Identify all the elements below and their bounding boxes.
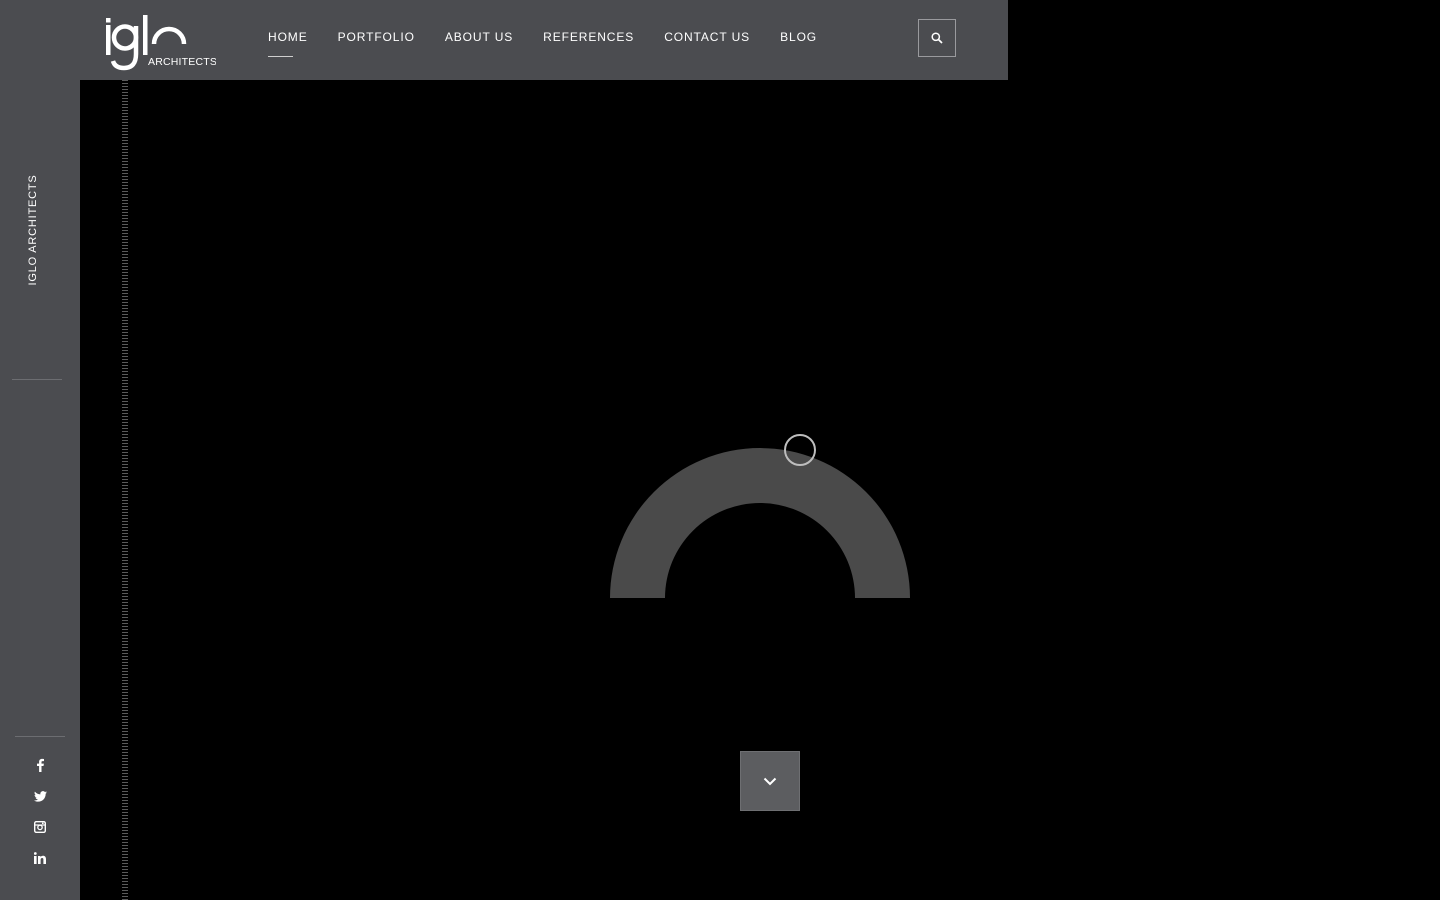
chevron-down-icon xyxy=(763,777,777,785)
nav-item-contact-us[interactable]: CONTACT US xyxy=(664,30,750,44)
nav-item-references[interactable]: REFERENCES xyxy=(543,30,634,44)
loader-arc xyxy=(610,448,910,598)
nav-item-blog[interactable]: BLOG xyxy=(780,30,817,44)
nav-item-about-us[interactable]: ABOUT US xyxy=(445,30,513,44)
sidebar-divider-top xyxy=(12,379,62,380)
loading-spinner xyxy=(610,434,910,598)
sidebar-brand-title: IGLO ARCHITECTS xyxy=(27,174,39,286)
logo-mark: ARCHITECTS xyxy=(106,15,217,71)
main-nav: HOME PORTFOLIO ABOUT US REFERENCES CONTA… xyxy=(268,30,847,57)
logo-subtitle: ARCHITECTS xyxy=(148,56,216,68)
instagram-icon[interactable] xyxy=(30,817,50,837)
vertical-ruler xyxy=(122,80,128,900)
left-sidebar: IGLO ARCHITECTS xyxy=(0,0,80,900)
hero-section xyxy=(80,80,1008,900)
sidebar-divider-bottom xyxy=(15,736,65,737)
search-icon xyxy=(931,32,943,44)
facebook-icon[interactable] xyxy=(30,755,50,775)
scroll-down-button[interactable] xyxy=(740,751,800,811)
search-button[interactable] xyxy=(918,19,956,57)
twitter-icon[interactable] xyxy=(30,786,50,806)
linkedin-icon[interactable] xyxy=(30,848,50,868)
site-logo[interactable]: ARCHITECTS xyxy=(104,14,217,72)
nav-item-portfolio[interactable]: PORTFOLIO xyxy=(338,30,415,44)
nav-item-home[interactable]: HOME xyxy=(268,30,308,57)
top-header: ARCHITECTS HOME PORTFOLIO ABOUT US REFER… xyxy=(80,0,1008,80)
